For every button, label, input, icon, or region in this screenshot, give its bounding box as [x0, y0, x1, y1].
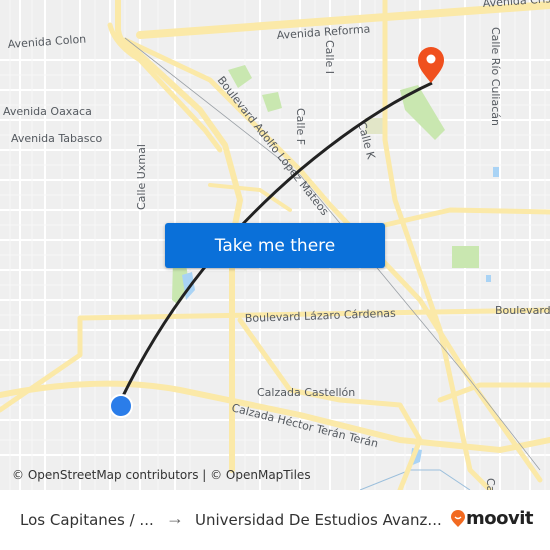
label-calzada-castellon: Calzada Castellón	[257, 386, 355, 399]
label-calle-uxmal: Calle Uxmal	[135, 144, 148, 210]
arrow-right-icon: →	[166, 508, 184, 528]
park	[452, 246, 479, 268]
water-body	[493, 167, 499, 177]
label-calzada-hector: Calzada Héctor Terán Terán	[230, 401, 379, 450]
stream	[359, 469, 471, 490]
park	[400, 85, 445, 140]
label-boulevard-right: Boulevard	[495, 304, 550, 317]
park	[262, 92, 282, 112]
map-attribution[interactable]: © OpenStreetMap contributors | © OpenMap…	[12, 468, 311, 482]
road-east	[382, 207, 550, 228]
map[interactable]: Avenida Colon Avenida Reforma Avenida Cr…	[0, 0, 550, 490]
label-calle-f: Calle F	[294, 108, 307, 145]
label-calle-bottom-right: Ca	[484, 478, 497, 490]
moovit-wordmark: moovit	[466, 508, 534, 529]
route-footer: Los Capitanes / ... → Universidad De Est…	[0, 490, 550, 550]
destination-name: Universidad De Estudios Avanz...	[195, 511, 442, 529]
origin-stop-name: Los Capitanes / ...	[20, 511, 154, 529]
label-avenida-oaxaca: Avenida Oaxaca	[3, 105, 92, 118]
label-avenida-tabasco: Avenida Tabasco	[11, 132, 103, 145]
pin-dot	[426, 54, 436, 64]
origin-marker[interactable]	[109, 394, 133, 418]
moovit-pin-icon	[451, 509, 465, 527]
take-me-there-button[interactable]: Take me there	[165, 223, 385, 268]
label-calle-rio-culiacan: Calle Río Culiacán	[489, 27, 502, 126]
water-body	[486, 275, 491, 282]
label-boulevard-lazaro: Boulevard Lázaro Cárdenas	[245, 307, 397, 325]
label-calle-i: Calle I	[323, 40, 336, 74]
moovit-logo[interactable]: moovit	[450, 508, 534, 529]
